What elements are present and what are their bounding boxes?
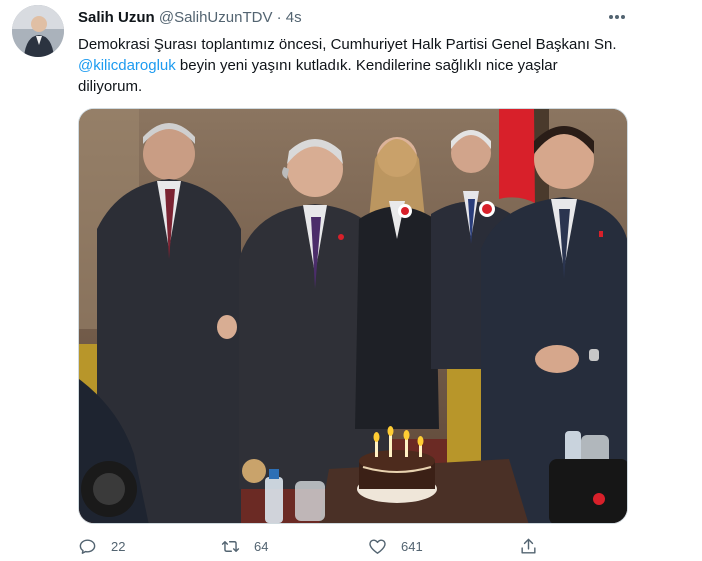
author-handle[interactable]: @SalihUzunTDV — [159, 9, 273, 26]
tweet-text-part1: Demokrasi Şurası toplantımız öncesi, Cum… — [78, 36, 617, 53]
author-name[interactable]: Salih Uzun — [78, 9, 155, 26]
reply-button[interactable]: 22 — [78, 537, 125, 556]
more-dots — [609, 15, 625, 19]
tweet-actions: 22 64 641 — [78, 537, 548, 559]
avatar-image — [12, 5, 64, 57]
tweet-photo[interactable] — [78, 108, 628, 524]
retweet-count: 64 — [254, 539, 269, 554]
tweet-time[interactable]: 4s — [286, 9, 302, 26]
retweet-button[interactable]: 64 — [221, 537, 268, 556]
tweet-text: Demokrasi Şurası toplantımız öncesi, Cum… — [78, 34, 623, 97]
tweet-header: Salih Uzun @SalihUzunTDV · 4s — [78, 9, 302, 27]
like-button[interactable]: 641 — [368, 537, 423, 556]
separator-dot: · — [276, 9, 282, 26]
reply-icon — [79, 539, 96, 554]
retweet-icon — [221, 541, 240, 552]
share-icon — [521, 538, 536, 554]
more-icon[interactable] — [604, 6, 630, 28]
tweet: Salih Uzun @SalihUzunTDV · 4s Demokrasi … — [0, 0, 702, 561]
like-count: 641 — [401, 539, 423, 554]
share-button[interactable] — [519, 537, 538, 556]
avatar[interactable] — [12, 5, 64, 57]
heart-icon — [369, 539, 386, 554]
photo-illustration — [79, 109, 627, 523]
mention-link[interactable]: @kilicdarogluk — [78, 57, 176, 74]
reply-count: 22 — [111, 539, 126, 554]
